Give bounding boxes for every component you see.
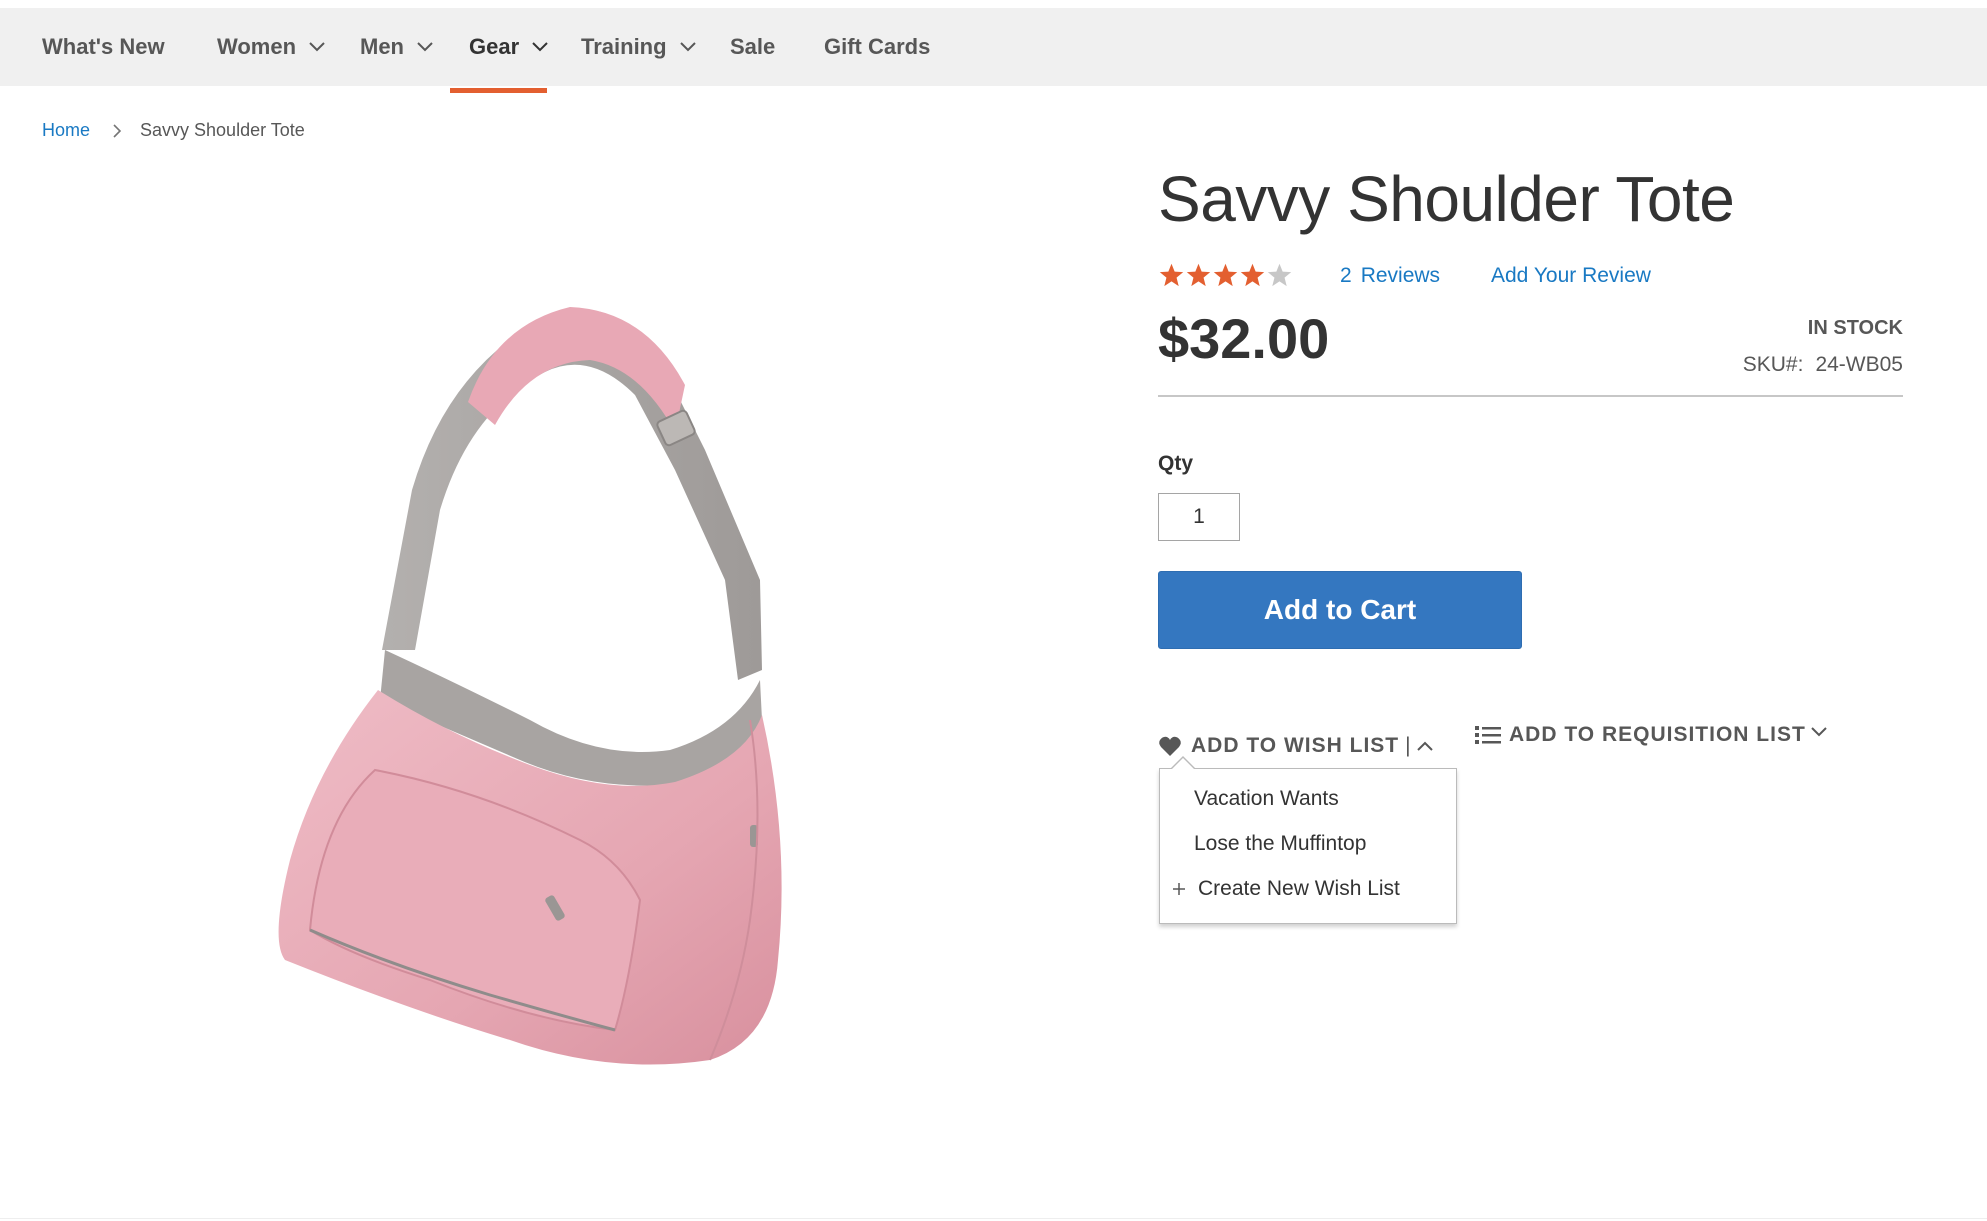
nav-item-whats-new[interactable]: What's New: [42, 8, 165, 86]
reviews-label: Reviews: [1360, 264, 1441, 287]
active-nav-underline: [450, 88, 547, 93]
sku-info: SKU#: 24-WB05: [1743, 353, 1903, 377]
nav-item-women[interactable]: Women: [217, 8, 326, 86]
main-navigation: What's New Women Men Gear Training Sale …: [0, 8, 1987, 93]
star-filled-icon: [1240, 263, 1265, 287]
add-to-requisition-list-button[interactable]: Add to Requisition List: [1474, 720, 1806, 750]
add-to-wish-list-toggle[interactable]: Add to Wish List |: [1158, 731, 1434, 761]
nav-item-label: Sale: [730, 34, 776, 59]
sku-value: 24-WB05: [1815, 353, 1903, 376]
nav-item-label: Gift Cards: [824, 34, 931, 59]
dropdown-notch: [1172, 758, 1194, 769]
star-filled-icon: [1159, 263, 1184, 287]
create-new-wish-list-label: Create New Wish List: [1198, 877, 1400, 900]
requisition-label: Add to Requisition List: [1509, 723, 1806, 746]
reviews-link[interactable]: 2 Reviews: [1340, 264, 1440, 288]
nav-item-sale[interactable]: Sale: [730, 8, 775, 86]
product-price: $32.00: [1158, 307, 1330, 370]
add-review-link[interactable]: Add Your Review: [1491, 264, 1651, 288]
qty-label: Qty: [1158, 452, 1194, 475]
chevron-up-icon: [1416, 741, 1433, 751]
wish-list-label: Add to Wish List: [1191, 734, 1400, 757]
top-strip: [0, 0, 1987, 8]
star-filled-icon: [1186, 263, 1211, 287]
rating-stars: [1158, 262, 1293, 292]
add-to-cart-button[interactable]: Add to Cart: [1158, 571, 1522, 649]
chevron-down-icon[interactable]: [1810, 726, 1828, 738]
wish-list-dropdown: Vacation Wants Lose the Muffintop Create…: [1159, 756, 1457, 924]
pink-shoulder-tote-image: [278, 307, 782, 1065]
nav-item-label: What's New: [42, 34, 165, 59]
nav-item-label: Training: [581, 34, 667, 59]
breadcrumb: Home Savvy Shoulder Tote: [42, 120, 305, 141]
chevron-down-icon: [417, 42, 433, 52]
breadcrumb-home-link[interactable]: Home: [42, 120, 90, 141]
chevron-down-icon: [679, 42, 696, 52]
nav-item-gift-cards[interactable]: Gift Cards: [824, 8, 930, 86]
qty-input[interactable]: [1158, 493, 1240, 541]
nav-item-training[interactable]: Training: [581, 8, 697, 86]
plus-icon: [1173, 883, 1185, 895]
list-icon: [1475, 726, 1501, 744]
chevron-right-icon: [113, 123, 122, 138]
nav-item-gear[interactable]: Gear: [469, 8, 549, 86]
nav-item-label: Gear: [469, 34, 520, 59]
wish-list-option-vacation-wants[interactable]: Vacation Wants: [1194, 787, 1339, 811]
star-empty-icon: [1267, 263, 1292, 287]
reviews-count: 2: [1340, 264, 1352, 287]
stock-status: In stock: [1807, 317, 1903, 339]
nav-item-label: Men: [360, 34, 404, 59]
separator-bar: |: [1405, 734, 1412, 757]
product-image[interactable]: [150, 160, 990, 1120]
nav-item-label: Women: [217, 34, 297, 59]
chevron-down-icon: [532, 42, 548, 52]
footer-divider: [0, 1218, 1987, 1219]
sku-label: SKU#:: [1742, 353, 1804, 376]
heart-icon: [1159, 736, 1181, 756]
chevron-down-icon: [309, 42, 325, 52]
page-title: Savvy Shoulder Tote: [1158, 163, 1735, 235]
divider: [1158, 395, 1903, 397]
create-new-wish-list-option[interactable]: Create New Wish List: [1172, 877, 1400, 901]
nav-item-men[interactable]: Men: [360, 8, 434, 86]
breadcrumb-current: Savvy Shoulder Tote: [140, 120, 305, 140]
wish-list-option-lose-the-muffintop[interactable]: Lose the Muffintop: [1194, 832, 1366, 856]
star-filled-icon: [1213, 263, 1238, 287]
